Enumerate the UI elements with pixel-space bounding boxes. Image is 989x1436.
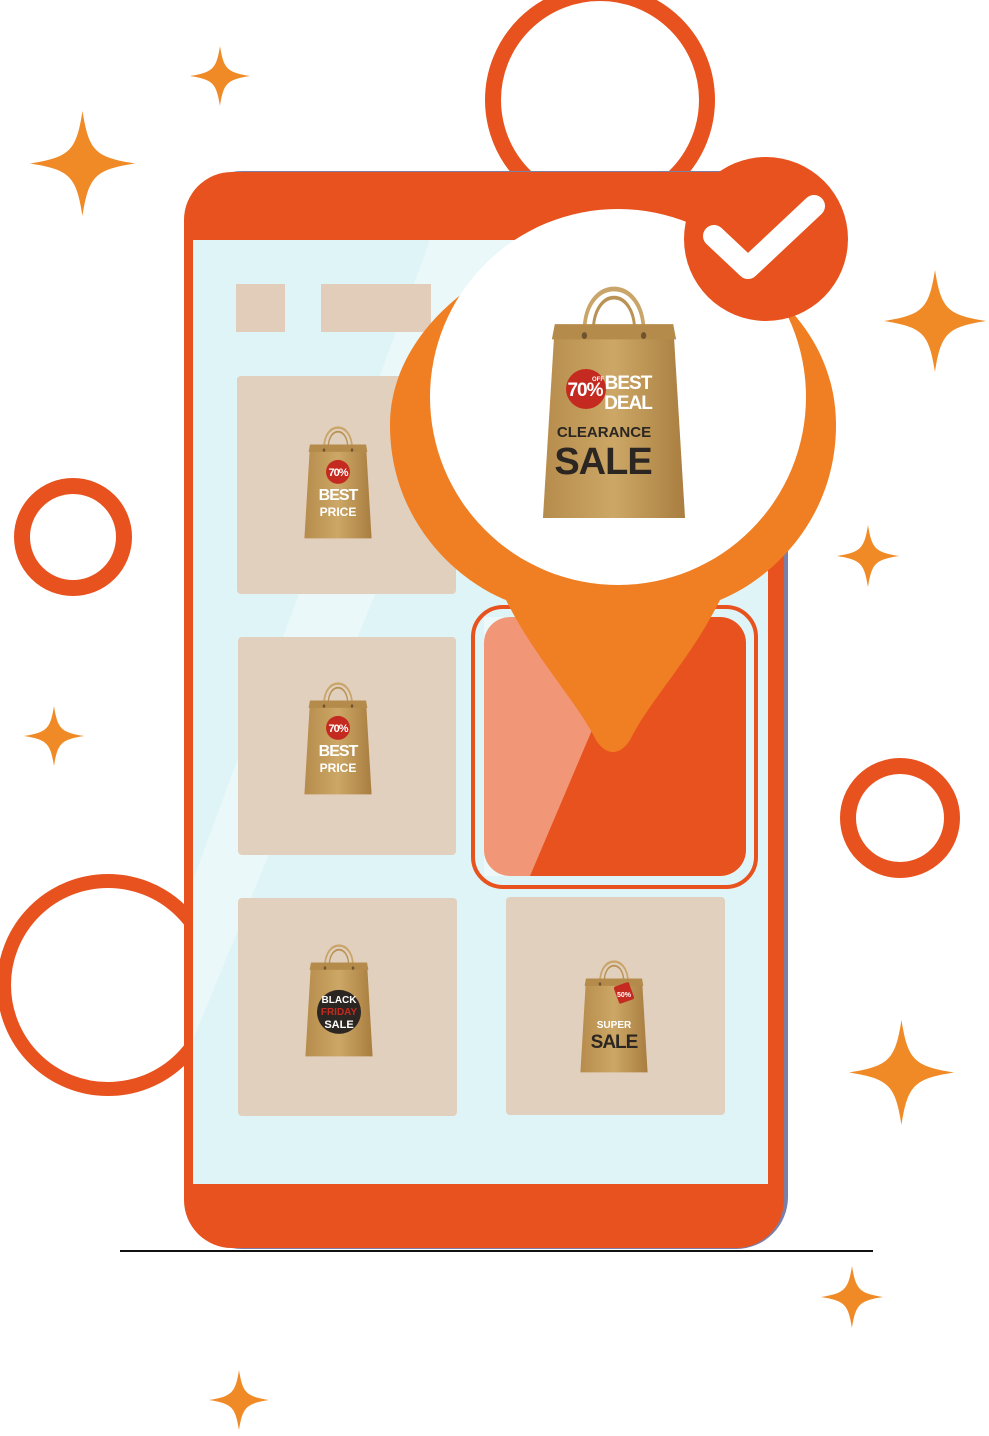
bag-line-1: SUPER <box>597 1020 632 1031</box>
check-badge <box>684 157 848 321</box>
sparkle-icon <box>849 1020 954 1125</box>
price-tag-text: 50% <box>617 992 632 999</box>
header-block-wide <box>321 284 431 332</box>
discount-text: 70% <box>567 380 603 401</box>
bag-line-1: BEST <box>319 743 359 760</box>
product-tile[interactable]: 50% SUPERSALE <box>506 897 725 1115</box>
bag-line-2: PRICE <box>320 761 357 775</box>
bag-line-2: SALE <box>591 1032 638 1053</box>
ring-bottom-left <box>0 874 219 1096</box>
bag-line-2: PRICE <box>320 505 357 519</box>
sparkle-icon <box>24 706 84 766</box>
bag-line-1: BEST <box>319 487 359 504</box>
sparkle-icon <box>821 1266 883 1328</box>
bag-line-2: DEAL <box>604 393 653 414</box>
shopping-app-illustration: 70%BESTPRICE 70%BESTPRICE BLACKFRIDAYSAL… <box>0 0 986 1430</box>
bag-line-3: SALE <box>324 1019 353 1031</box>
bag-line-1: BLACK <box>322 995 358 1006</box>
discount-text: 70% <box>328 467 348 479</box>
sparkle-icon <box>30 111 135 216</box>
sparkle-icon <box>884 270 986 372</box>
discount-text: 70% <box>328 723 348 735</box>
header-block-small <box>236 284 285 332</box>
sparkle-icon <box>209 1370 269 1430</box>
sparkle-icon <box>190 46 250 106</box>
sparkle-icon <box>837 525 899 587</box>
bag-line-3: CLEARANCE <box>557 424 651 441</box>
discount-off-text: OFF <box>592 377 604 383</box>
ring-left <box>14 478 132 596</box>
bag-line-2: FRIDAY <box>321 1007 358 1018</box>
bag-line-4: SALE <box>554 441 651 483</box>
ring-right <box>840 758 960 878</box>
bag-line-1: BEST <box>605 373 653 394</box>
product-tile[interactable]: 70% BESTPRICE <box>238 637 456 855</box>
product-tile[interactable]: BLACKFRIDAYSALE <box>238 898 457 1116</box>
